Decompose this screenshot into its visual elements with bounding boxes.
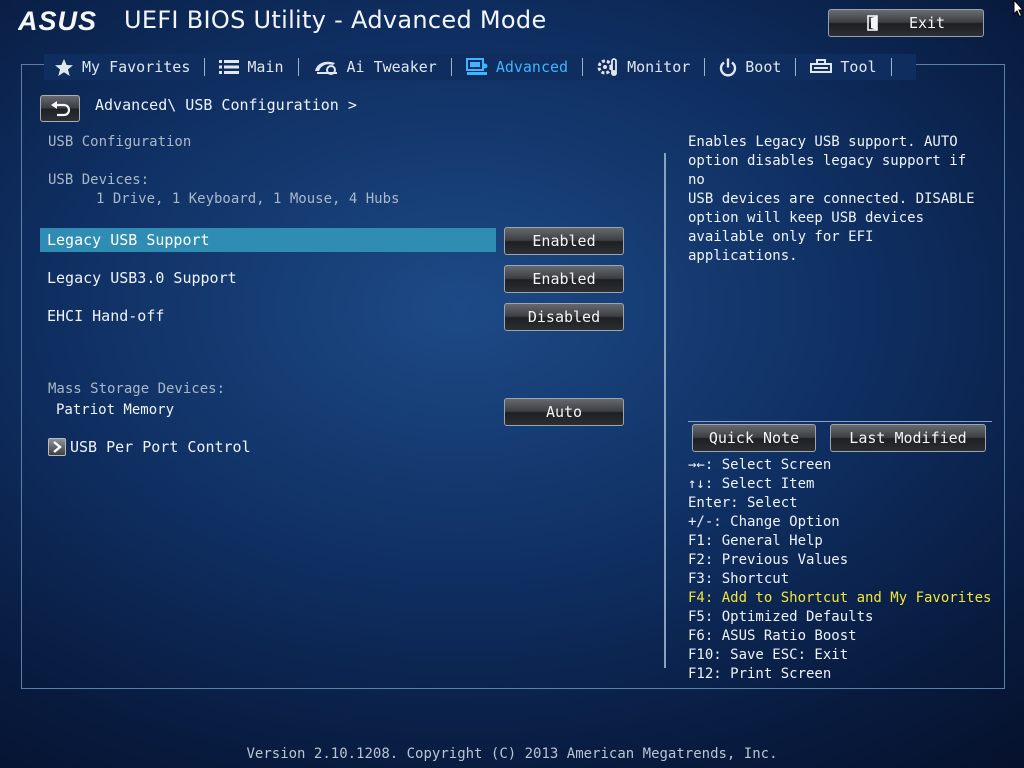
exit-label: Exit <box>908 14 946 32</box>
ehci-hand-off-value-button[interactable]: Disabled <box>504 303 624 331</box>
asus-logo: ASUS <box>18 6 97 36</box>
tab-label: My Favorites <box>82 58 191 76</box>
tab-label: Tool <box>840 58 877 76</box>
key-legend: →←: Select Screen ↑↓: Select Item Enter:… <box>688 456 1008 684</box>
advanced-icon <box>465 58 488 75</box>
tab-label: Monitor <box>627 58 691 76</box>
exit-button[interactable]: Exit <box>828 9 984 37</box>
tab-label: Ai Tweaker <box>346 58 437 76</box>
section-title: USB Configuration <box>48 134 192 150</box>
app-title: UEFI BIOS Utility - Advanced Mode <box>124 6 547 34</box>
key-line: F12: Print Screen <box>688 666 832 682</box>
key-line: F1: General Help <box>688 533 823 549</box>
tool-icon <box>810 59 833 73</box>
list-icon <box>219 60 240 74</box>
setting-row-legacy-usb-support[interactable]: Legacy USB Support <box>40 228 496 252</box>
mass-storage-label: Mass Storage Devices: <box>48 381 226 397</box>
tab-separator <box>450 58 452 76</box>
last-modified-button[interactable]: Last Modified <box>830 424 986 452</box>
tab-separator <box>582 58 584 76</box>
usb-devices-label: USB Devices: <box>48 172 150 188</box>
usb-devices-value: 1 Drive, 1 Keyboard, 1 Mouse, 4 Hubs <box>96 191 400 207</box>
key-line: F5: Optimized Defaults <box>688 609 874 625</box>
key-line: F10: Save ESC: Exit <box>688 647 849 663</box>
monitor-icon <box>597 58 618 76</box>
key-line: →←: Select Screen <box>688 457 832 473</box>
tab-separator <box>297 58 299 76</box>
submenu-usb-per-port-control[interactable]: USB Per Port Control <box>48 436 251 458</box>
exit-door-icon <box>867 15 878 31</box>
mass-storage-device-value-button[interactable]: Auto <box>504 398 624 426</box>
key-line: ↑↓: Select Item <box>688 476 815 492</box>
panel-divider <box>664 153 666 668</box>
star-icon <box>55 58 73 76</box>
setting-label: EHCI Hand-off <box>47 307 165 325</box>
tab-advanced[interactable]: Advanced <box>465 58 569 76</box>
submenu-label: USB Per Port Control <box>70 438 251 456</box>
tab-separator <box>204 58 206 76</box>
tab-label: Boot <box>745 58 782 76</box>
tab-ai-tweaker[interactable]: Ai Tweaker <box>313 58 437 76</box>
key-line-highlighted: F4: Add to Shortcut and My Favorites <box>688 590 992 606</box>
legacy-usb-support-value-button[interactable]: Enabled <box>504 227 624 255</box>
setting-row-ehci-hand-off[interactable]: EHCI Hand-off <box>40 304 496 328</box>
footer-version: Version 2.10.1208. Copyright (C) 2013 Am… <box>246 746 778 762</box>
mass-storage-device-label[interactable]: Patriot Memory <box>56 402 174 418</box>
legacy-usb3-support-value-button[interactable]: Enabled <box>504 265 624 293</box>
key-line: F2: Previous Values <box>688 552 849 568</box>
tab-main[interactable]: Main <box>219 58 284 76</box>
tab-label: Main <box>247 58 284 76</box>
tab-boot[interactable]: Boot <box>719 58 781 77</box>
tab-label: Advanced <box>495 58 569 76</box>
svg-text:ASUS: ASUS <box>18 6 97 36</box>
back-arrow-icon <box>51 100 70 116</box>
help-divider <box>688 421 992 422</box>
setting-row-legacy-usb3-support[interactable]: Legacy USB3.0 Support <box>40 266 496 290</box>
tab-separator <box>795 58 797 76</box>
breadcrumb: Advanced\ USB Configuration > <box>95 96 357 114</box>
setting-label: Legacy USB Support <box>47 231 210 249</box>
setting-label: Legacy USB3.0 Support <box>47 269 237 287</box>
tab-bar: My Favorites Main Ai Tweaker Advanced Mo… <box>44 54 916 80</box>
key-line: +/-: Change Option <box>688 514 840 530</box>
power-icon <box>720 58 737 76</box>
key-line: F3: Shortcut <box>688 571 790 587</box>
tab-separator <box>704 58 706 76</box>
key-line: Enter: Select <box>688 495 798 511</box>
tab-my-favorites[interactable]: My Favorites <box>54 58 190 77</box>
tab-separator <box>890 58 892 76</box>
back-button[interactable] <box>40 95 80 122</box>
help-text: Enables Legacy USB support. AUTO option … <box>688 134 975 264</box>
key-line: F6: ASUS Ratio Boost <box>688 628 857 644</box>
tweaker-icon <box>314 61 337 75</box>
quick-note-button[interactable]: Quick Note <box>692 424 816 452</box>
mouse-cursor-icon <box>1013 0 1024 17</box>
tab-monitor[interactable]: Monitor <box>597 57 690 77</box>
submenu-arrow-icon <box>48 438 66 456</box>
tab-tool[interactable]: Tool <box>810 58 877 76</box>
header: ASUS UEFI BIOS Utility - Advanced Mode E… <box>0 0 1024 48</box>
